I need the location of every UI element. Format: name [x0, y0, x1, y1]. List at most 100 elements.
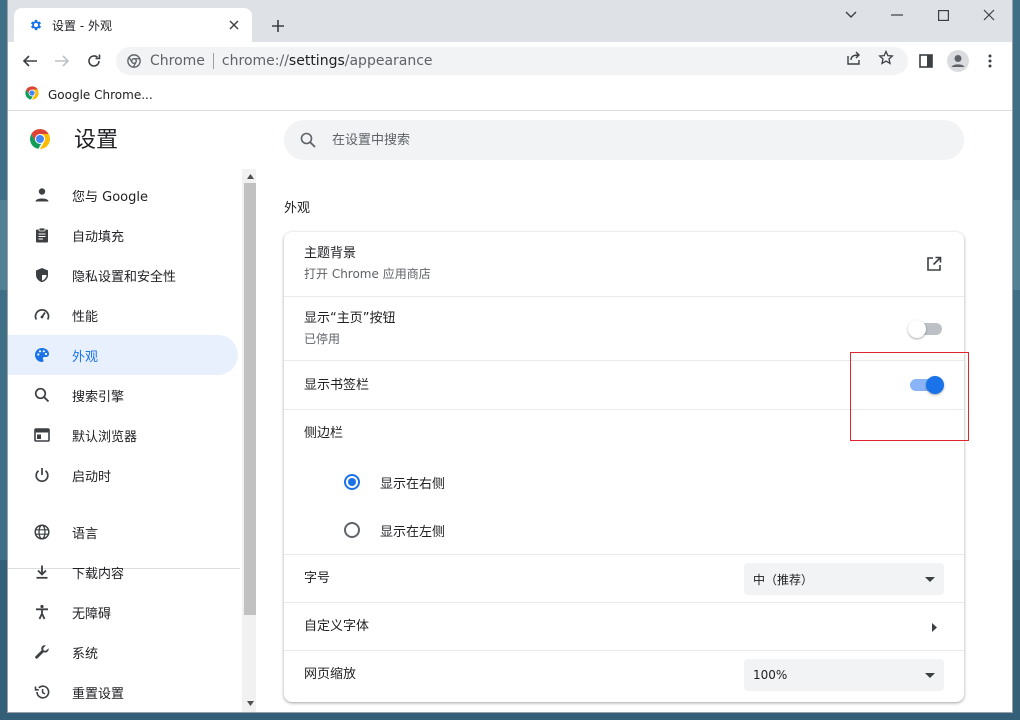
- avatar-icon[interactable]: [944, 47, 972, 75]
- palette-icon: [32, 345, 52, 365]
- font-size-select[interactable]: 中（推荐）: [744, 563, 944, 595]
- sidebar-item-label: 下载内容: [72, 566, 125, 582]
- sidebar-item-label: 无障碍: [72, 606, 112, 622]
- more-menu-icon[interactable]: [976, 47, 1004, 75]
- side-panel-icon[interactable]: [912, 47, 940, 75]
- shield-icon: [32, 265, 52, 285]
- custom-fonts-row[interactable]: 自定义字体: [284, 602, 964, 651]
- toolbar: Chrome chrome://settings/appearance: [8, 42, 1012, 80]
- sidebar-item-you-and-google[interactable]: 您与 Google: [8, 175, 238, 215]
- url-prefix: chrome://: [221, 53, 289, 69]
- bookmark-star-icon[interactable]: [876, 48, 896, 68]
- radio-left[interactable]: [344, 522, 360, 538]
- toggle-knob: [908, 320, 926, 338]
- browser-icon: [32, 425, 52, 445]
- theme-row[interactable]: 主题背景 打开 Chrome 应用商店: [284, 232, 964, 296]
- download-icon: [32, 562, 52, 582]
- home-button-texts: 显示“主页”按钮 已停用: [304, 309, 964, 349]
- theme-label: 主题背景: [304, 246, 357, 261]
- sidebar-item-system[interactable]: 系统: [8, 632, 238, 672]
- scroll-up-icon[interactable]: [244, 170, 256, 182]
- clipboard-icon: [32, 225, 52, 245]
- chrome-logo-icon: [24, 85, 40, 105]
- accessibility-icon: [32, 602, 52, 622]
- sidebar-item-autofill[interactable]: 自动填充: [8, 215, 238, 255]
- wrench-icon: [32, 642, 52, 662]
- tab-search-chevron-icon[interactable]: [828, 0, 874, 30]
- power-icon: [32, 465, 52, 485]
- sidebar-item-appearance[interactable]: 外观: [8, 335, 238, 375]
- custom-fonts-texts: 自定义字体: [304, 617, 964, 637]
- chrome-site-icon: [126, 53, 142, 69]
- back-arrow-icon[interactable]: [16, 47, 44, 75]
- bookmark-label: Google Chrome...: [48, 88, 153, 102]
- search-icon: [32, 385, 52, 405]
- sidebar-item-accessibility[interactable]: 无障碍: [8, 592, 238, 632]
- address-bar[interactable]: Chrome chrome://settings/appearance: [116, 47, 908, 75]
- sidebar-item-label: 语言: [72, 526, 99, 542]
- open-in-new-icon[interactable]: [924, 254, 944, 274]
- tab-title: 设置 - 外观: [52, 18, 112, 33]
- appearance-card: 主题背景 打开 Chrome 应用商店 显示“主页”按钮 已停用 显示书签栏 侧…: [284, 232, 964, 702]
- sidebar-item-default-browser[interactable]: 默认浏览器: [8, 415, 238, 455]
- maximize-icon[interactable]: [920, 0, 966, 30]
- page-zoom-value: 100%: [753, 668, 788, 682]
- sidebar-item-label: 自动填充: [72, 229, 125, 245]
- page-zoom-row: 网页缩放 100%: [284, 650, 964, 699]
- annotation-highlight-box: [850, 352, 969, 441]
- sidebar-item-label: 隐私设置和安全性: [72, 269, 177, 285]
- sidebar-item-performance[interactable]: 性能: [8, 295, 238, 335]
- theme-sub: 打开 Chrome 应用商店: [304, 267, 431, 281]
- settings-search[interactable]: [284, 120, 964, 160]
- sidebar-item-label: 搜索引擎: [72, 389, 125, 405]
- sidebar-item-reset[interactable]: 重置设置: [8, 672, 238, 712]
- close-window-icon[interactable]: [966, 0, 1012, 30]
- sidebar-item-label: 重置设置: [72, 686, 125, 702]
- font-size-row: 字号 中（推荐）: [284, 554, 964, 603]
- side-panel-left-option[interactable]: 显示在左侧: [284, 506, 964, 554]
- sidebar-item-privacy[interactable]: 隐私设置和安全性: [8, 255, 238, 295]
- restore-icon: [32, 682, 52, 702]
- custom-fonts-label: 自定义字体: [304, 619, 370, 634]
- globe-icon: [32, 522, 52, 542]
- home-button-toggle[interactable]: [908, 320, 942, 338]
- sidebar-item-label: 启动时: [72, 469, 112, 485]
- close-tab-icon[interactable]: [224, 15, 244, 35]
- tab-bar: 设置 - 外观: [8, 0, 1012, 42]
- sidebar-item-languages[interactable]: 语言: [8, 512, 238, 552]
- font-size-value: 中（推荐）: [753, 572, 814, 587]
- chevron-right-icon: [928, 621, 940, 633]
- side-panel-right-option[interactable]: 显示在右侧: [284, 458, 964, 506]
- tab-settings[interactable]: 设置 - 外观: [14, 8, 252, 42]
- sidebar-item-on-startup[interactable]: 启动时: [8, 455, 238, 495]
- home-button-label: 显示“主页”按钮: [304, 311, 396, 326]
- section-title-appearance: 外观: [284, 201, 311, 216]
- page-zoom-select[interactable]: 100%: [744, 659, 944, 691]
- search-input[interactable]: [330, 131, 894, 149]
- dropdown-caret-icon: [924, 573, 936, 585]
- chrome-logo-icon: [28, 127, 52, 151]
- share-icon[interactable]: [844, 48, 864, 68]
- url-suffix: /appearance: [344, 53, 433, 69]
- reload-icon[interactable]: [80, 47, 108, 75]
- bookmark-item[interactable]: Google Chrome...: [20, 84, 157, 106]
- new-tab-button[interactable]: [266, 14, 290, 38]
- sidebar-item-label: 外观: [72, 349, 99, 365]
- sidebar-item-label: 您与 Google: [72, 189, 148, 205]
- minimize-icon[interactable]: [874, 0, 920, 30]
- sidebar-item-label: 性能: [72, 309, 99, 325]
- sidebar-scroll-thumb[interactable]: [244, 183, 256, 615]
- page-title: 设置: [74, 128, 119, 153]
- theme-texts: 主题背景 打开 Chrome 应用商店: [304, 244, 964, 284]
- speedometer-icon: [32, 305, 52, 325]
- search-icon: [298, 130, 318, 150]
- forward-arrow-icon[interactable]: [48, 47, 76, 75]
- scroll-down-icon[interactable]: [244, 697, 256, 709]
- bookmarks-bar: Google Chrome...: [8, 80, 1012, 111]
- radio-right[interactable]: [344, 474, 360, 490]
- sidebar-item-downloads[interactable]: 下载内容: [8, 552, 238, 592]
- url-separator: [212, 53, 214, 69]
- home-button-sub: 已停用: [304, 332, 341, 346]
- radio-right-label: 显示在右侧: [380, 476, 446, 492]
- sidebar-item-search-engine[interactable]: 搜索引擎: [8, 375, 238, 415]
